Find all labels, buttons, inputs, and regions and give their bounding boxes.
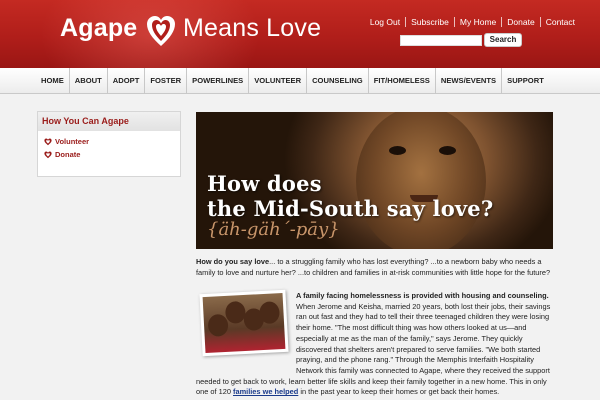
nav-item-news-events[interactable]: NEWS/EVENTS [434,68,501,94]
sidebar-how-you-can-agape: How You Can Agape Volunteer Donate [37,111,181,177]
search-button[interactable]: Search [484,33,522,47]
nav-item-about[interactable]: ABOUT [68,68,107,94]
sidebar-title: How You Can Agape [38,112,180,131]
hero-banner[interactable]: How does the Mid-South say love? {äh-gäh… [196,112,553,249]
hero-phonetic: {äh-gäh´-pāy} [207,219,340,240]
nav-item-support[interactable]: SUPPORT [501,68,549,94]
story-headline: A family facing homelessness is provided… [296,291,549,300]
hero-eye-left [389,146,406,155]
brand-name-agape[interactable]: Agape [60,14,137,43]
story-tail: in the past year to keep their homes or … [298,387,500,397]
story-section: A family facing homelessness is provided… [196,291,558,398]
nav-item-fit-homeless[interactable]: FIT/HOMELESS [367,68,435,94]
intro-paragraph: How do you say love... to a struggling f… [196,256,558,278]
hero-child-face [356,112,486,249]
sidebar-item-donate[interactable]: Donate [44,148,180,161]
nav-item-counseling[interactable]: COUNSELING [306,68,368,94]
nav-item-volunteer[interactable]: VOLUNTEER [248,68,306,94]
heart-bullet-icon [44,138,52,145]
sidebar-item-label: Volunteer [55,137,90,146]
top-link-subscribe[interactable]: Subscribe [405,17,454,27]
heart-bullet-icon [44,151,52,158]
top-link-contact[interactable]: Contact [539,17,580,27]
intro-lead: How do you say love [196,257,270,266]
hero-eye-right [439,146,456,155]
hero-headline-line2: the Mid-South say love? [207,196,494,221]
families-we-helped-link[interactable]: families we helped [233,387,298,396]
top-link-donate[interactable]: Donate [501,17,539,27]
search-input[interactable] [400,35,482,46]
sidebar-item-label: Donate [55,150,81,159]
hero-headline-line1: How does [207,171,322,196]
heart-logo-icon[interactable] [146,14,176,48]
site-header: Agape Means Love Log Out Subscribe My Ho… [0,0,600,68]
sidebar-item-volunteer[interactable]: Volunteer [44,135,180,148]
nav-item-foster[interactable]: FOSTER [144,68,186,94]
top-link-logout[interactable]: Log Out [365,17,405,27]
nav-item-powerlines[interactable]: POWERLINES [186,68,248,94]
top-links: Log Out Subscribe My Home Donate Contact [365,17,580,27]
nav-item-adopt[interactable]: ADOPT [106,68,145,94]
brand-name-means-love[interactable]: Means Love [183,14,321,43]
top-link-my-home[interactable]: My Home [453,17,501,27]
main-nav: HOME ABOUT ADOPT FOSTER POWERLINES VOLUN… [0,68,600,94]
nav-item-home[interactable]: HOME [36,68,69,94]
